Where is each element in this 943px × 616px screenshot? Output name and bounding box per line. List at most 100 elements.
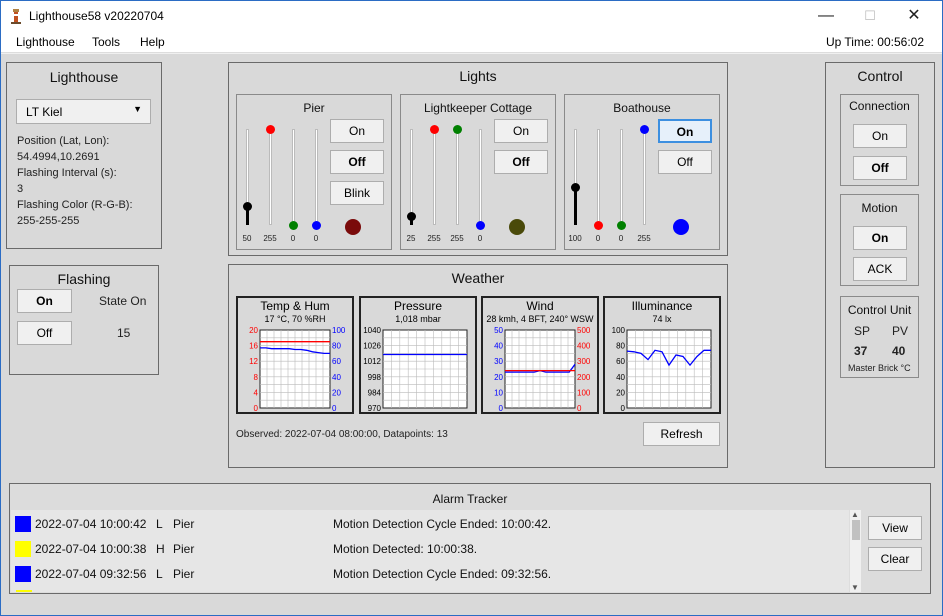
scroll-thumb[interactable]	[852, 520, 860, 540]
slider-knob[interactable]	[289, 221, 298, 230]
chart-1: Pressure 1,018 mbar 1040 1026 1012 998 984 970	[359, 296, 477, 414]
slider-track[interactable]	[315, 129, 318, 225]
sp-label: SP	[854, 324, 871, 338]
light-group-1: Lightkeeper Cottage 25 255 255 0 On Off	[400, 94, 556, 250]
slider-value: 255	[427, 234, 441, 243]
slider-knob[interactable]	[407, 211, 416, 221]
connection-off-button[interactable]: Off	[853, 156, 907, 180]
alarm-row[interactable]: 2022-07-04 10:00:38 H Pier Motion Detected:…	[11, 539, 851, 563]
alarm-severity-swatch	[16, 590, 32, 592]
slider-track[interactable]	[620, 129, 623, 225]
slider-knob[interactable]	[617, 221, 626, 230]
slider-track[interactable]	[292, 129, 295, 225]
flashing-count: 15	[117, 326, 131, 340]
chart-title: Illuminance	[631, 299, 693, 313]
y-tick-right: 60	[332, 357, 341, 366]
alarm-severity-swatch	[15, 516, 31, 532]
slider-track[interactable]	[269, 129, 272, 225]
title-bar: Lighthouse58 v20220704 — ☐ ✕	[1, 1, 942, 31]
scroll-up-icon[interactable]: ▲	[851, 510, 859, 519]
flashing-off-button[interactable]: Off	[17, 321, 72, 345]
light-on-button[interactable]: On	[658, 119, 712, 143]
light-on-button[interactable]: On	[494, 119, 548, 143]
slider-track[interactable]	[643, 129, 646, 225]
alarm-row[interactable]: 2022-07-04 09:32:56 L Pier Motion Detection…	[11, 564, 851, 588]
y-tick-left: 16	[249, 342, 258, 351]
slider-track[interactable]	[597, 129, 600, 225]
scroll-down-icon[interactable]: ▼	[851, 583, 859, 592]
motion-title: Motion	[861, 201, 898, 215]
light-off-button[interactable]: Off	[494, 150, 548, 174]
menu-bar: Lighthouse Tools Help Up Time: 00:56:02	[1, 31, 942, 53]
alarm-tracker-title: Alarm Tracker	[432, 492, 508, 506]
lighthouse-select[interactable]: LT Kiel ▼	[16, 99, 151, 124]
slider-knob[interactable]	[312, 221, 321, 230]
menu-lighthouse[interactable]: Lighthouse	[16, 35, 75, 49]
flashing-state: State On	[99, 294, 147, 308]
chart-title: Wind	[526, 299, 554, 313]
control-panel-title: Control	[857, 68, 903, 84]
connection-on-button[interactable]: On	[853, 124, 907, 148]
alarm-level: H	[156, 542, 165, 556]
alarm-source: Pier	[173, 567, 195, 581]
alarm-row[interactable]: 2022-07-04 10:00:42 L Pier Motion Detection…	[11, 514, 851, 538]
slider-track[interactable]	[410, 129, 413, 225]
pv-label: PV	[892, 324, 909, 338]
slider-value: 255	[637, 234, 651, 243]
alarm-time: 2022-07-04 10:00:42	[35, 517, 147, 531]
lamp-indicator	[673, 219, 689, 235]
light-off-button[interactable]: Off	[658, 150, 712, 174]
refresh-button[interactable]: Refresh	[643, 422, 720, 446]
motion-on-button[interactable]: On	[853, 226, 907, 250]
slider-knob[interactable]	[453, 125, 462, 134]
y-tick-left: 4	[254, 388, 259, 397]
alarm-scrollbar[interactable]: ▲ ▼	[849, 510, 861, 592]
alarm-clear-button[interactable]: Clear	[868, 547, 922, 571]
y-tick-left: 1012	[363, 357, 381, 366]
slider-track[interactable]	[479, 129, 482, 225]
connection-group: Connection On Off	[840, 94, 919, 186]
y-tick-right: 500	[577, 326, 591, 335]
y-tick-left: 20	[494, 373, 503, 382]
alarm-time: 2022-07-04 09:32:56	[35, 567, 147, 581]
light-blink-button[interactable]: Blink	[330, 181, 384, 205]
slider-knob[interactable]	[640, 125, 649, 134]
y-tick-left: 1040	[363, 326, 381, 335]
slider-knob[interactable]	[430, 125, 439, 134]
chart-subtitle: 17 °C, 70 %RH	[264, 314, 326, 324]
close-button[interactable]: ✕	[899, 5, 929, 27]
chart-plot: 1040 1026 1012 998 984 970	[363, 326, 468, 412]
app-window: Lighthouse58 v20220704 — ☐ ✕ Lighthouse …	[0, 0, 943, 616]
slider-knob[interactable]	[594, 221, 603, 230]
flashing-on-button[interactable]: On	[17, 289, 72, 313]
y-tick-left: 20	[616, 388, 625, 397]
slider-value: 100	[568, 234, 582, 243]
weather-panel: Weather Temp & Hum 17 °C, 70 %RH 20 16 12 8 4 0…	[228, 264, 728, 468]
maximize-button[interactable]: ☐	[855, 5, 885, 27]
alarm-list[interactable]: 2022-07-04 10:00:42 L Pier Motion Detection…	[11, 510, 861, 592]
y-tick-left: 0	[254, 404, 259, 412]
chart-subtitle: 28 kmh, 4 BFT, 240° WSW	[486, 314, 594, 324]
slider-track[interactable]	[433, 129, 436, 225]
light-on-button[interactable]: On	[330, 119, 384, 143]
y-tick-left: 12	[249, 357, 258, 366]
slider-track[interactable]	[456, 129, 459, 225]
menu-help[interactable]: Help	[140, 35, 165, 49]
lighthouse-panel-title: Lighthouse	[49, 69, 119, 85]
minimize-button[interactable]: —	[811, 5, 841, 27]
y-tick-right: 400	[577, 342, 591, 351]
light-off-button[interactable]: Off	[330, 150, 384, 174]
color-label: Flashing Color (R-G-B):	[17, 199, 133, 211]
slider-knob[interactable]	[476, 221, 485, 230]
y-tick-left: 0	[499, 404, 504, 412]
alarm-view-button[interactable]: View	[868, 516, 922, 540]
y-tick-left: 8	[254, 373, 259, 382]
slider-knob[interactable]	[571, 183, 580, 193]
position-label: Position (Lat, Lon):	[17, 135, 110, 147]
flashing-panel-title: Flashing	[57, 271, 111, 287]
motion-ack-button[interactable]: ACK	[853, 257, 907, 281]
alarm-message: Motion Detection Cycle Ended: 10:00:42.	[333, 517, 552, 531]
slider-knob[interactable]	[243, 202, 252, 212]
slider-knob[interactable]	[266, 125, 275, 134]
menu-tools[interactable]: Tools	[92, 35, 120, 49]
